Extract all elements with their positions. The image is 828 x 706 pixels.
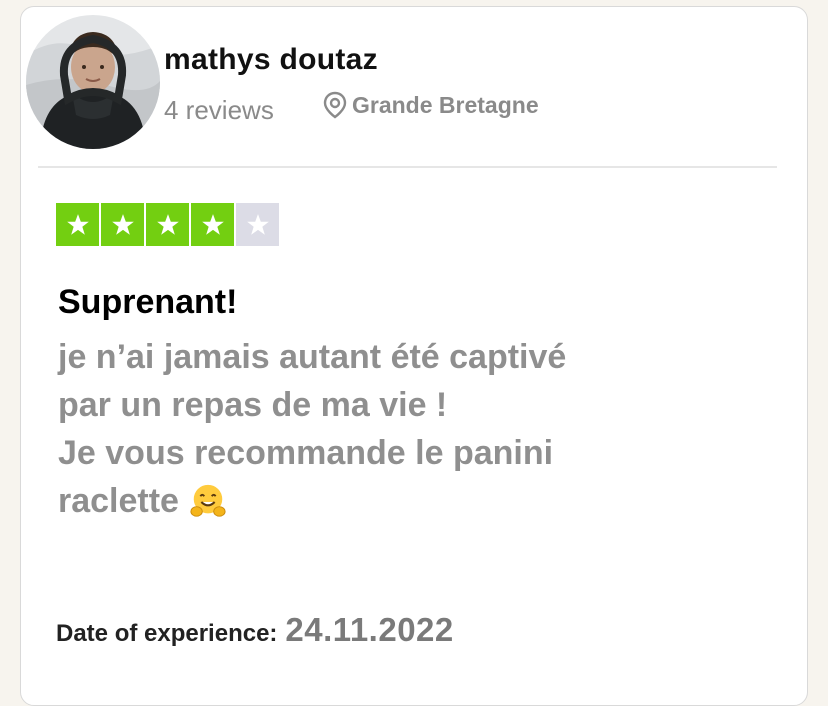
reviews-count: 4 reviews: [164, 95, 274, 125]
star-icon: [146, 203, 189, 246]
hugging-face-emoji: [190, 484, 226, 517]
review-line: par un repas de ma vie !: [58, 386, 448, 424]
star-icon: [56, 203, 99, 246]
avatar-photo: [26, 15, 160, 149]
review-title: Suprenant!: [58, 283, 238, 321]
location-label: Grande Bretagne: [352, 91, 539, 118]
star-icon: [191, 203, 234, 246]
review-line: Je vous recommande le panini: [58, 434, 554, 472]
review-body: je n’ai jamais autant été captivé par un…: [58, 333, 758, 525]
experience-label: Date of experience:: [56, 620, 278, 647]
review-card: mathys doutaz 4 reviews Grande Bretagne …: [20, 6, 808, 706]
experience-date: 24.11.2022: [285, 611, 454, 648]
date-of-experience: Date of experience: 24.11.2022: [56, 611, 454, 649]
star-icon: [236, 203, 279, 246]
reviewer-location: Grande Bretagne: [322, 91, 539, 119]
reviewer-name[interactable]: mathys doutaz: [164, 43, 378, 77]
review-line: je n’ai jamais autant été captivé: [58, 338, 567, 376]
location-pin-icon: [323, 91, 347, 119]
star-icon: [101, 203, 144, 246]
star-rating: [56, 203, 279, 246]
review-line: raclette: [58, 477, 758, 525]
avatar[interactable]: [26, 15, 160, 149]
divider: [38, 166, 777, 168]
